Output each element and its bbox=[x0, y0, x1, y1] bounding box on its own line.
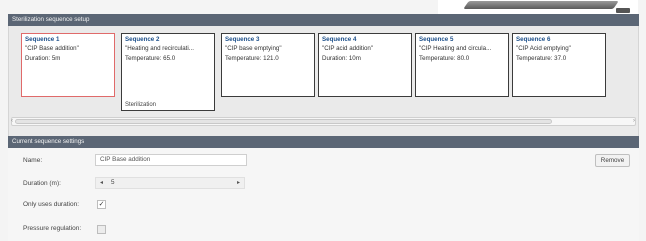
current-settings-header: Current sequence settings bbox=[8, 136, 639, 148]
sequence-detail: Temperature: 121.0 bbox=[225, 55, 279, 62]
only-duration-checkbox[interactable]: ✓ bbox=[97, 200, 106, 209]
sequence-name: "CIP acid addition" bbox=[322, 45, 374, 52]
sequence-detail: Duration: 10m bbox=[322, 55, 361, 62]
device-tip-shape bbox=[616, 8, 630, 13]
increment-icon[interactable]: ▸ bbox=[237, 179, 240, 186]
sequence-name: "CIP Base addition" bbox=[25, 45, 79, 52]
horizontal-scrollbar[interactable]: ‹ › bbox=[11, 117, 636, 126]
sequence-detail: Temperature: 65.0 bbox=[125, 55, 176, 62]
scroll-left-icon[interactable]: ‹ bbox=[11, 118, 13, 124]
remove-button[interactable]: Remove bbox=[595, 154, 630, 167]
sequence-title: Sequence 6 bbox=[516, 36, 551, 43]
sequence-name: "CIP Heating and circula... bbox=[419, 45, 492, 52]
decrement-icon[interactable]: ◂ bbox=[100, 179, 103, 186]
sequence-name: "CIP Acid emptying" bbox=[516, 45, 571, 52]
sequence-name: "CIP base emptying" bbox=[225, 45, 282, 52]
device-bar-shape bbox=[463, 1, 619, 9]
name-input[interactable]: CIP Base addition bbox=[95, 154, 247, 166]
sequence-card-2[interactable]: Sequence 2 "Heating and recirculati... T… bbox=[121, 33, 215, 111]
pressure-regulation-checkbox[interactable] bbox=[97, 225, 106, 234]
duration-value[interactable]: 5 bbox=[111, 179, 115, 186]
check-mark-icon: ✓ bbox=[98, 201, 105, 208]
sequence-setup-header: Sterilization sequence setup bbox=[8, 14, 639, 26]
sequence-title: Sequence 5 bbox=[419, 36, 454, 43]
duration-label: Duration (m): bbox=[23, 180, 61, 187]
sequence-card-4[interactable]: Sequence 4 "CIP acid addition" Duration:… bbox=[318, 33, 412, 97]
sequence-card-5[interactable]: Sequence 5 "CIP Heating and circula... T… bbox=[415, 33, 509, 97]
sequence-card-3[interactable]: Sequence 3 "CIP base emptying" Temperatu… bbox=[221, 33, 315, 97]
name-label: Name: bbox=[23, 157, 43, 164]
duration-stepper[interactable]: ◂ 5 ▸ bbox=[95, 177, 245, 189]
sequence-detail: Temperature: 37.0 bbox=[516, 55, 567, 62]
sequence-card-6[interactable]: Sequence 6 "CIP Acid emptying" Temperatu… bbox=[512, 33, 606, 97]
current-settings-panel: Name: CIP Base addition Duration (m): ◂ … bbox=[8, 148, 639, 241]
only-duration-label: Only uses duration: bbox=[23, 201, 80, 208]
sequence-phase-label: Sterilization bbox=[125, 102, 157, 108]
scroll-right-icon[interactable]: › bbox=[633, 118, 635, 124]
pressure-regulation-label: Pressure regulation: bbox=[23, 225, 82, 232]
sequence-title: Sequence 1 bbox=[25, 36, 60, 43]
sequence-name: "Heating and recirculati... bbox=[125, 45, 194, 52]
page: Sterilization sequence setup Sequence 1 … bbox=[0, 0, 646, 241]
sequence-title: Sequence 2 bbox=[125, 36, 160, 43]
sequence-card-1[interactable]: Sequence 1 "CIP Base addition" Duration:… bbox=[21, 33, 115, 97]
sequence-detail: Temperature: 80.0 bbox=[419, 55, 470, 62]
sequence-strip: Sequence 1 "CIP Base addition" Duration:… bbox=[8, 26, 639, 136]
scrollbar-thumb[interactable] bbox=[15, 119, 552, 124]
sequence-title: Sequence 3 bbox=[225, 36, 260, 43]
sequence-detail: Duration: 5m bbox=[25, 55, 61, 62]
sequence-title: Sequence 4 bbox=[322, 36, 357, 43]
